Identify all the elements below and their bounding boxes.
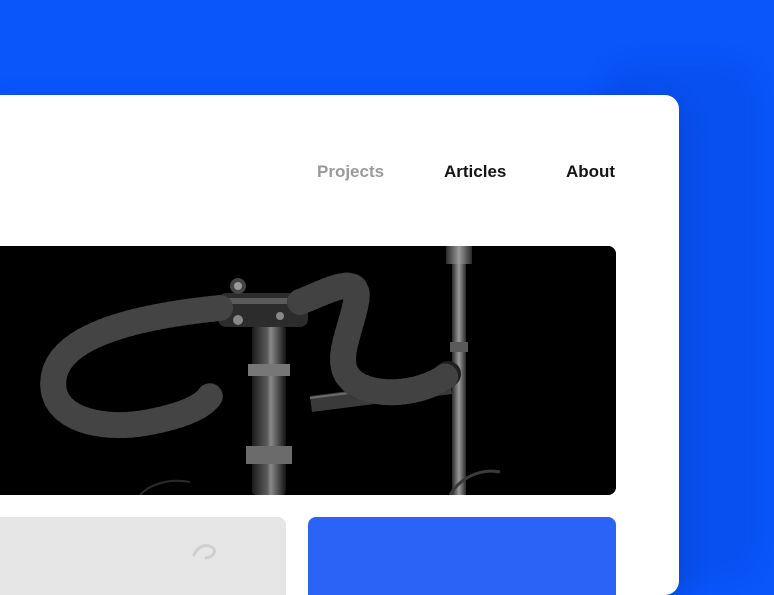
- nav-link-projects[interactable]: Projects: [317, 160, 384, 184]
- project-card-gray[interactable]: [0, 517, 286, 595]
- main-nav: Projects Articles About: [0, 160, 679, 184]
- hero-image[interactable]: [0, 246, 616, 495]
- site-window: Projects Articles About: [0, 95, 679, 595]
- nav-link-articles[interactable]: Articles: [444, 160, 506, 184]
- nav-link-about[interactable]: About: [566, 160, 615, 184]
- project-card-blue[interactable]: [308, 517, 616, 595]
- sketch-icon: [192, 544, 216, 560]
- bicycle-handlebar-photo: [0, 246, 616, 495]
